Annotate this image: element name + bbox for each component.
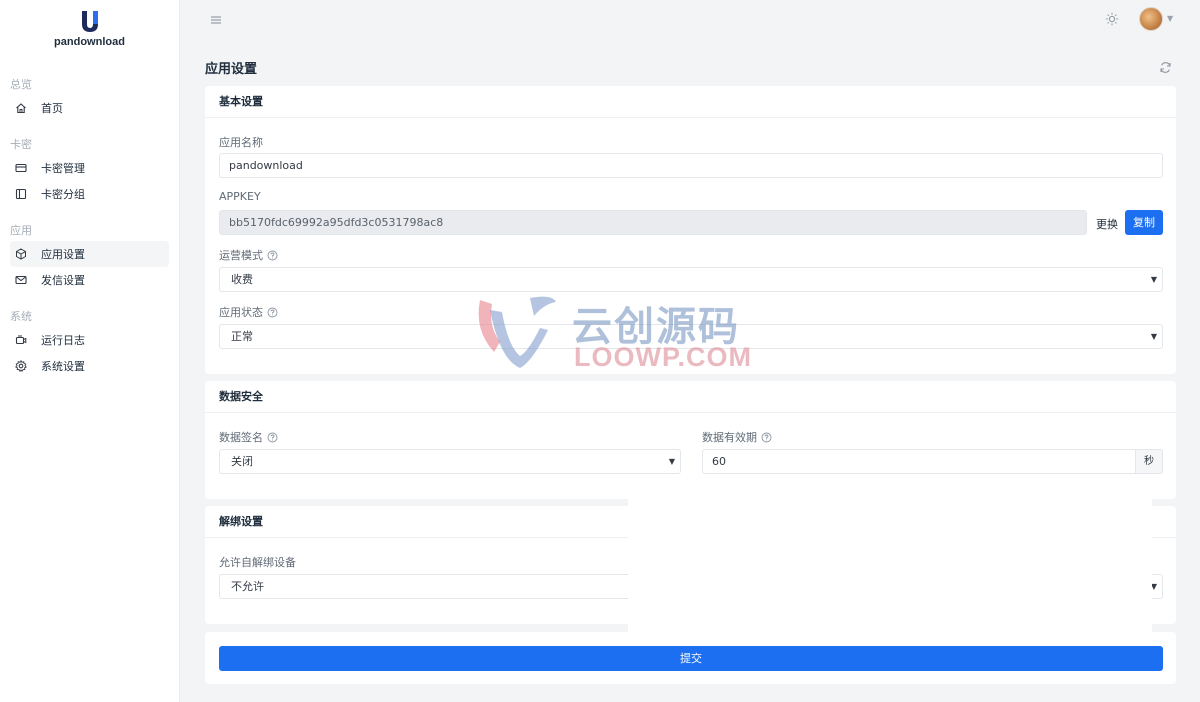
sidebar-item-label: 应用设置 <box>41 248 85 261</box>
appkey-label: APPKEY <box>219 190 261 203</box>
submit-button[interactable]: 提交 <box>219 646 1163 671</box>
operation-mode-label-text: 运营模式 <box>219 249 263 262</box>
log-icon <box>15 334 27 346</box>
operation-mode-value: 收费 <box>231 273 253 286</box>
home-icon <box>15 102 27 114</box>
data-validity-label: 数据有效期 <box>702 429 772 445</box>
sidebar: pandownload 总览 首页 卡密 卡密管理 卡密分组 应用 应用设置 发… <box>0 0 180 702</box>
sidebar-item-label: 卡密管理 <box>41 162 85 175</box>
help-icon[interactable] <box>267 250 278 261</box>
data-sign-value: 关闭 <box>231 455 253 468</box>
nav-group-overview: 总览 <box>10 78 32 91</box>
appkey-label-text: APPKEY <box>219 190 261 203</box>
sidebar-item-label: 发信设置 <box>41 274 85 287</box>
cube-icon <box>15 248 27 260</box>
select-caret-icon: ▼ <box>1150 332 1157 341</box>
app-status-label-text: 应用状态 <box>219 306 263 319</box>
help-icon[interactable] <box>267 307 278 318</box>
app-status-label: 应用状态 <box>219 304 278 320</box>
top-header: ▼ <box>181 0 1200 40</box>
refresh-icon[interactable] <box>1159 61 1172 74</box>
gear-icon <box>15 360 27 372</box>
sidebar-item-mail-settings[interactable]: 发信设置 <box>10 267 169 293</box>
page-title: 应用设置 <box>205 62 258 77</box>
self-unbind-label-text: 允许自解绑设备 <box>219 556 296 569</box>
select-caret-icon: ▼ <box>668 457 675 466</box>
self-unbind-label: 允许自解绑设备 <box>219 554 296 570</box>
mail-icon <box>15 274 27 286</box>
sidebar-item-run-log[interactable]: 运行日志 <box>10 327 169 353</box>
sidebar-item-card-management[interactable]: 卡密管理 <box>10 155 169 181</box>
operation-mode-label: 运营模式 <box>219 247 278 263</box>
app-name-input[interactable]: pandownload <box>219 153 1163 178</box>
nav-group-cards: 卡密 <box>10 138 32 151</box>
occlusion-overlay <box>628 498 1152 632</box>
appkey-input[interactable]: bb5170fdc69992a95dfd3c0531798ac8 <box>219 210 1087 235</box>
chevron-down-icon[interactable]: ▼ <box>1167 14 1173 23</box>
sidebar-item-label: 卡密分组 <box>41 188 85 201</box>
data-validity-input[interactable]: 60 <box>702 449 1136 474</box>
data-security-card: 数据安全 数据签名 关闭 ▼ 数据有效期 60 秒 <box>205 381 1176 499</box>
sidebar-item-label: 运行日志 <box>41 334 85 347</box>
card-icon <box>15 162 27 174</box>
replace-appkey-button[interactable]: 更换 <box>1096 216 1118 232</box>
brand-logo-icon <box>81 11 98 32</box>
validity-unit-addon: 秒 <box>1136 449 1163 474</box>
app-name-label-text: 应用名称 <box>219 136 263 149</box>
panel-icon <box>15 188 27 200</box>
brand[interactable]: pandownload <box>0 0 179 58</box>
sidebar-item-app-settings[interactable]: 应用设置 <box>10 241 169 267</box>
nav-group-app: 应用 <box>10 224 32 237</box>
self-unbind-value: 不允许 <box>231 580 264 593</box>
card-title: 数据安全 <box>205 381 1176 413</box>
user-avatar[interactable] <box>1139 7 1163 31</box>
operation-mode-select[interactable]: 收费 ▼ <box>219 267 1163 292</box>
app-name-label: 应用名称 <box>219 134 263 150</box>
help-icon[interactable] <box>267 432 278 443</box>
copy-appkey-button[interactable]: 复制 <box>1125 210 1163 235</box>
sidebar-item-system-settings[interactable]: 系统设置 <box>10 353 169 379</box>
sidebar-item-label: 系统设置 <box>41 360 85 373</box>
submit-card: 提交 <box>205 632 1176 684</box>
app-status-select[interactable]: 正常 ▼ <box>219 324 1163 349</box>
sidebar-item-label: 首页 <box>41 102 63 115</box>
menu-toggle-icon[interactable] <box>209 13 223 27</box>
theme-toggle-sun-icon[interactable] <box>1105 12 1119 26</box>
data-sign-select[interactable]: 关闭 ▼ <box>219 449 681 474</box>
app-status-value: 正常 <box>231 330 253 343</box>
basic-settings-card: 基本设置 应用名称 pandownload APPKEY bb5170fdc69… <box>205 86 1176 374</box>
data-validity-label-text: 数据有效期 <box>702 431 757 444</box>
help-icon[interactable] <box>761 432 772 443</box>
sidebar-item-home[interactable]: 首页 <box>10 95 169 121</box>
brand-name: pandownload <box>54 36 125 48</box>
card-title: 基本设置 <box>205 86 1176 118</box>
data-sign-label-text: 数据签名 <box>219 431 263 444</box>
select-caret-icon: ▼ <box>1150 275 1157 284</box>
data-sign-label: 数据签名 <box>219 429 278 445</box>
sidebar-item-card-groups[interactable]: 卡密分组 <box>10 181 169 207</box>
nav-group-system: 系统 <box>10 310 32 323</box>
